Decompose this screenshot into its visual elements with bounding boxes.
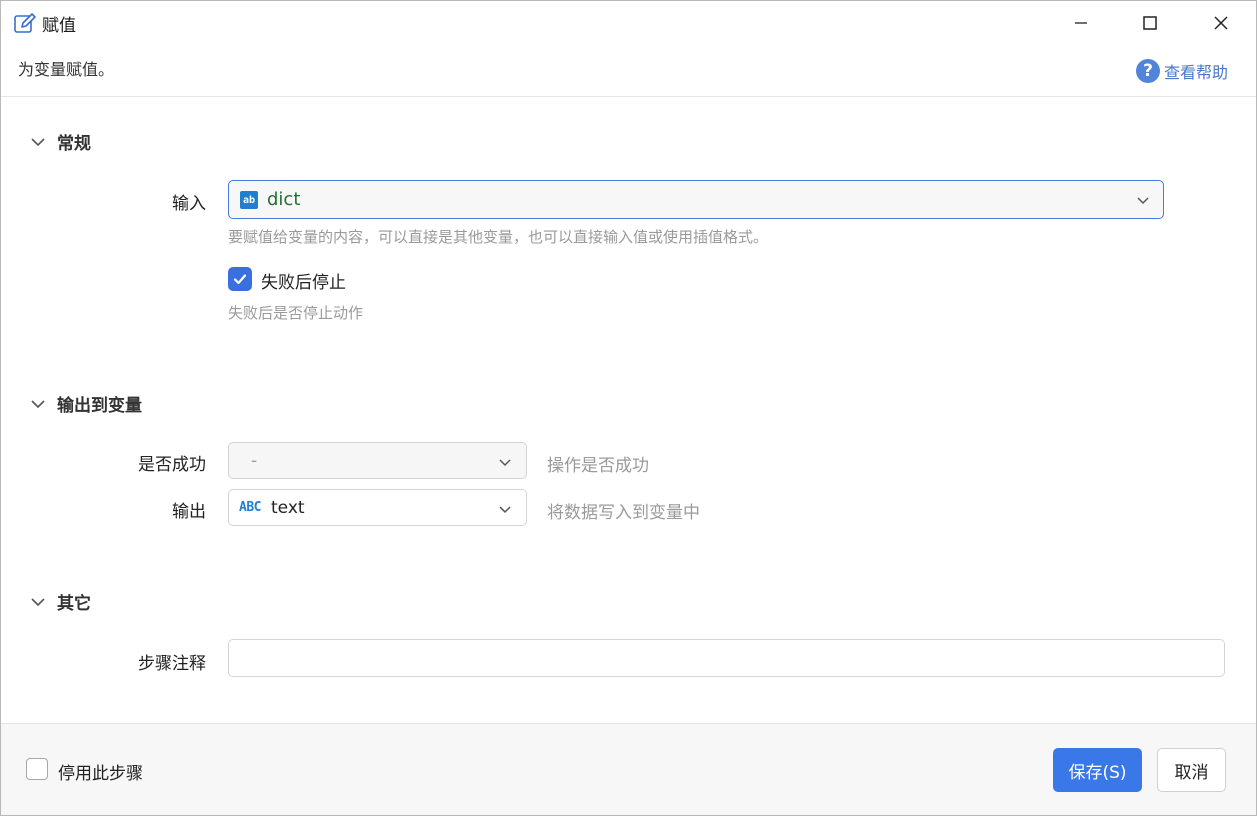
title-bar: 赋值 xyxy=(1,1,1256,45)
chevron-down-icon xyxy=(31,137,45,146)
divider xyxy=(1,96,1256,97)
section-general-title: 常规 xyxy=(57,134,91,154)
text-type-icon: ABC xyxy=(239,500,261,515)
success-value: - xyxy=(251,451,258,471)
question-icon: ? xyxy=(1136,59,1160,83)
section-other-toggle[interactable]: 其它 xyxy=(29,589,91,614)
input-label: 输入 xyxy=(172,194,206,214)
chevron-down-icon[interactable] xyxy=(1135,192,1151,208)
minimize-button[interactable] xyxy=(1064,9,1098,37)
edit-icon xyxy=(13,12,37,36)
check-icon xyxy=(233,274,247,285)
input-variable-field[interactable]: ab dict xyxy=(228,180,1164,219)
section-output-title: 输出到变量 xyxy=(57,396,142,416)
section-other-title: 其它 xyxy=(57,594,91,614)
success-hint: 操作是否成功 xyxy=(547,456,649,476)
maximize-icon xyxy=(1143,16,1157,30)
close-button[interactable] xyxy=(1204,9,1238,37)
input-hint: 要赋值给变量的内容，可以直接是其他变量，也可以直接输入值或使用插值格式。 xyxy=(228,228,769,246)
chevron-down-icon xyxy=(499,459,511,467)
dialog-description: 为变量赋值。 xyxy=(18,60,115,79)
chevron-down-icon xyxy=(31,399,45,408)
output-value: text xyxy=(271,498,305,518)
assign-dialog: 赋值 为变量赋值。 ? 查看帮助 常规 输入 ab dict 要赋值给变量的内容… xyxy=(0,0,1257,816)
close-icon xyxy=(1214,16,1228,30)
success-variable-select[interactable]: - xyxy=(228,442,527,479)
output-label: 输出 xyxy=(172,502,206,522)
section-general-toggle[interactable]: 常规 xyxy=(29,129,91,154)
input-value: dict xyxy=(267,189,301,210)
chevron-down-icon xyxy=(31,597,45,606)
output-hint: 将数据写入到变量中 xyxy=(547,503,700,523)
maximize-button[interactable] xyxy=(1133,9,1167,37)
stop-on-fail-hint: 失败后是否停止动作 xyxy=(228,304,364,322)
stop-on-fail-label[interactable]: 失败后停止 xyxy=(261,268,346,293)
save-button[interactable]: 保存(S) xyxy=(1053,748,1142,792)
section-output-toggle[interactable]: 输出到变量 xyxy=(29,391,142,416)
comment-label: 步骤注释 xyxy=(138,654,206,674)
minimize-icon xyxy=(1075,22,1087,24)
step-comment-input[interactable] xyxy=(228,639,1225,677)
window-title: 赋值 xyxy=(42,16,76,36)
success-label: 是否成功 xyxy=(138,455,206,475)
cancel-button[interactable]: 取消 xyxy=(1157,748,1226,792)
disable-step-label[interactable]: 停用此步骤 xyxy=(58,759,143,784)
help-label: 查看帮助 xyxy=(1164,63,1229,82)
help-link[interactable]: ? 查看帮助 xyxy=(1136,59,1228,83)
variable-type-icon: ab xyxy=(240,191,258,209)
disable-step-checkbox[interactable] xyxy=(26,758,48,780)
stop-on-fail-checkbox[interactable] xyxy=(228,267,252,291)
chevron-down-icon xyxy=(499,506,511,514)
output-variable-select[interactable]: ABC text xyxy=(228,489,527,526)
